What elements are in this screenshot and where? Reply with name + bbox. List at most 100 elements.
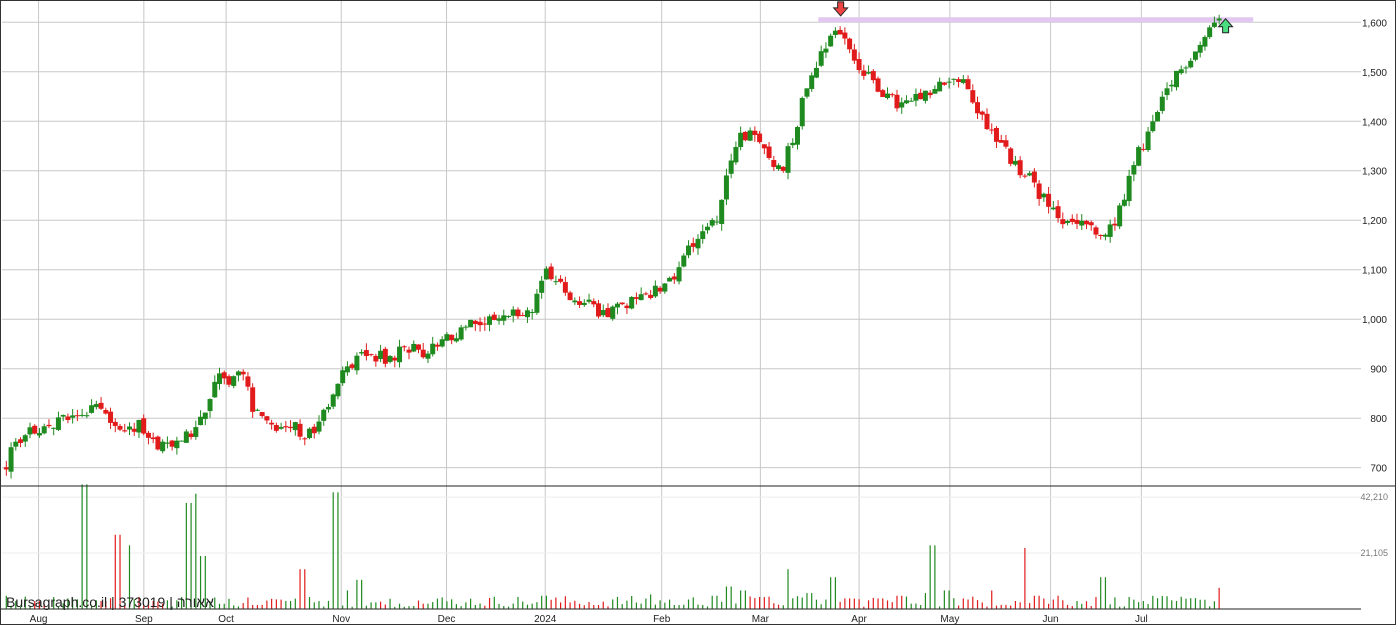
candle-body <box>1174 70 1180 88</box>
candle-body <box>269 422 275 425</box>
candle-body <box>960 79 966 83</box>
candle-body <box>562 282 568 293</box>
candle-body <box>406 349 412 353</box>
candle-body <box>790 142 796 146</box>
candle-body <box>889 94 895 96</box>
candle-body <box>605 308 611 318</box>
candle-body <box>93 403 99 408</box>
candle-body <box>946 81 952 83</box>
candle-body <box>539 280 545 293</box>
candle-body <box>335 383 341 397</box>
candle-body <box>145 432 151 438</box>
candle-body <box>131 428 137 432</box>
candle-body <box>553 281 559 283</box>
candle-body <box>3 467 9 470</box>
candle-body <box>373 355 379 362</box>
candle-body <box>828 35 834 47</box>
candle-body <box>1211 22 1217 27</box>
candle-body <box>785 146 791 173</box>
candle-body <box>993 128 999 142</box>
candle-body <box>1083 220 1089 225</box>
candle-body <box>411 343 417 352</box>
candle-body <box>524 310 530 318</box>
candle-body <box>430 343 436 355</box>
month-tick-label: Nov <box>332 614 350 625</box>
candle-body <box>1169 84 1175 87</box>
candle-body <box>1036 183 1042 199</box>
candle-body <box>401 346 407 348</box>
candle-body <box>733 147 739 163</box>
month-tick-label: 2024 <box>534 614 557 625</box>
candle-body <box>453 338 459 342</box>
month-tick-label: Oct <box>218 614 234 625</box>
candle-body <box>1192 51 1198 60</box>
candle-body <box>1079 220 1085 226</box>
candle-body <box>548 266 554 280</box>
candle-body <box>302 438 308 440</box>
candle-body <box>885 93 891 98</box>
candle-body <box>652 285 658 297</box>
candle-body <box>970 90 976 103</box>
chart-canvas: 1,600 1,500 1,400 1,300 1,200 1,100 1,000 900 80… <box>0 0 1396 625</box>
candle-body <box>728 160 734 174</box>
candle-body <box>292 422 298 431</box>
candle-body <box>264 416 270 421</box>
candle-body <box>1121 199 1127 206</box>
price-tick-label: 1,500 <box>1362 68 1387 79</box>
candle-body <box>1074 219 1080 224</box>
candle-body <box>1008 148 1014 164</box>
candle-body <box>501 315 507 321</box>
candle-body <box>667 277 673 282</box>
candle-body <box>439 339 445 347</box>
candle-body <box>169 440 175 447</box>
candle-body <box>70 415 76 418</box>
candle-body <box>188 433 194 438</box>
candle-body <box>842 32 848 39</box>
price-tick-label: 1,200 <box>1362 216 1387 227</box>
candle-body <box>619 302 625 305</box>
month-tick-label: Feb <box>653 614 671 625</box>
candle-body <box>330 394 336 407</box>
candle-body <box>1197 44 1203 53</box>
candle-body <box>122 430 128 432</box>
month-tick-label: May <box>940 614 959 625</box>
candle-body <box>1107 224 1113 237</box>
candle-body <box>899 102 905 108</box>
candle-body <box>894 94 900 109</box>
candle-body <box>363 350 369 357</box>
candle-body <box>1140 148 1146 150</box>
candle-body <box>1098 234 1104 237</box>
candle-body <box>657 287 663 292</box>
candle-body <box>1022 175 1028 177</box>
candle-body <box>278 426 284 429</box>
candle-body <box>477 321 483 326</box>
candle-body <box>676 267 682 282</box>
candle-body <box>27 427 33 435</box>
candle-body <box>160 441 166 452</box>
candle-body <box>534 293 540 313</box>
candle-body <box>543 268 549 280</box>
candle-body <box>752 130 758 135</box>
candle-body <box>723 175 729 200</box>
month-tick-label: Jun <box>1042 614 1058 625</box>
month-tick-label: Mar <box>752 614 770 625</box>
candle-body <box>1164 88 1170 96</box>
candle-body <box>1145 131 1151 151</box>
candle-body <box>8 447 14 472</box>
candle-body <box>382 348 388 364</box>
candle-body <box>1183 67 1189 69</box>
candle-body <box>515 309 521 317</box>
candle-body <box>316 421 322 432</box>
candle-body <box>183 431 189 443</box>
candle-body <box>880 90 886 98</box>
candle-body <box>714 221 720 223</box>
candle-body <box>55 417 61 430</box>
candle-body <box>913 93 919 101</box>
candle-body <box>738 132 744 148</box>
candle-body <box>1202 36 1208 47</box>
candle-body <box>217 373 223 385</box>
candle-body <box>136 419 142 433</box>
candle-body <box>851 49 857 61</box>
candle-body <box>240 371 246 375</box>
candle-body <box>1003 140 1009 147</box>
